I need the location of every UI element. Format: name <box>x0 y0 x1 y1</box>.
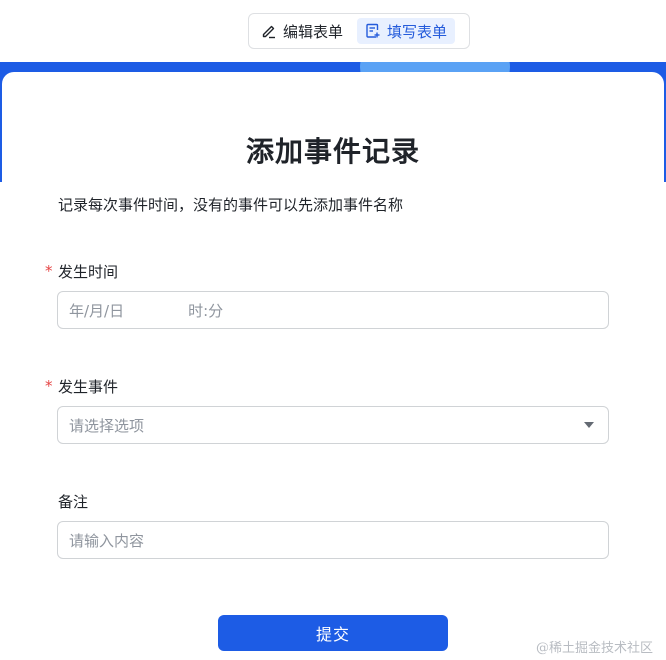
form-mode-switch: 编辑表单 填写表单 <box>248 13 470 49</box>
field-label-notes: 备注 <box>58 493 89 511</box>
fill-form-button[interactable]: 填写表单 <box>357 18 456 44</box>
required-marker: * <box>45 262 53 280</box>
form-description: 记录每次事件时间，没有的事件可以先添加事件名称 <box>58 196 404 214</box>
event-select[interactable]: 请选择选项 <box>57 406 609 444</box>
watermark: @稀土掘金技术社区 <box>536 641 654 656</box>
required-marker: * <box>45 377 53 395</box>
chevron-down-icon <box>584 422 594 428</box>
notes-placeholder: 请输入内容 <box>69 531 145 550</box>
fill-form-label: 填写表单 <box>387 22 448 41</box>
submit-button[interactable]: 提交 <box>218 615 448 651</box>
date-placeholder: 年/月/日 <box>69 301 125 320</box>
form-page: 编辑表单 填写表单 添加事件记录 记录每次事件时间，没有的事件可以先添加事件名称… <box>0 0 666 660</box>
form-title: 添加事件记录 <box>245 135 420 168</box>
time-placeholder: 时:分 <box>188 301 224 320</box>
event-select-placeholder: 请选择选项 <box>69 416 145 435</box>
edit-form-label: 编辑表单 <box>283 22 344 41</box>
field-label-time: 发生时间 <box>58 263 119 281</box>
pencil-icon <box>261 23 277 39</box>
edit-form-button[interactable]: 编辑表单 <box>253 18 351 44</box>
notes-input[interactable]: 请输入内容 <box>57 521 609 559</box>
field-label-event: 发生事件 <box>58 378 119 396</box>
datetime-input[interactable]: 年/月/日 时:分 <box>57 291 609 329</box>
form-fill-icon <box>365 23 381 39</box>
